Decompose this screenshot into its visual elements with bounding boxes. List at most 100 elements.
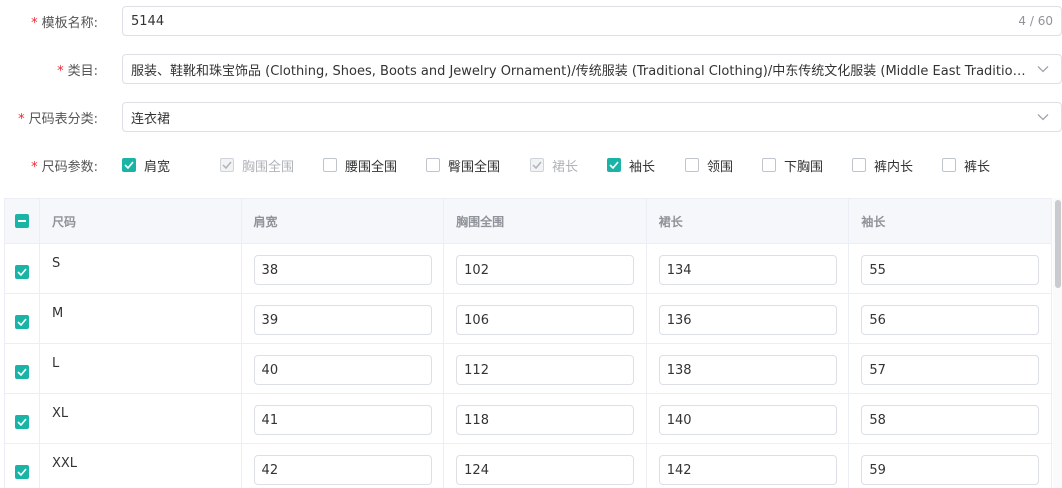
param-checkbox[interactable]: [852, 158, 866, 172]
measurement-input[interactable]: 39: [253, 305, 432, 335]
size-cell: XL: [40, 394, 242, 443]
measurement-input[interactable]: 142: [658, 455, 837, 485]
param-bust[interactable]: 胸围全围: [220, 156, 323, 175]
measurement-input[interactable]: 136: [658, 305, 837, 335]
row-select-cell: [5, 344, 40, 393]
param-sleeve-length[interactable]: 袖长: [607, 156, 685, 175]
category-select[interactable]: 服装、鞋靴和珠宝饰品 (Clothing, Shoes, Boots and J…: [122, 54, 1062, 84]
value-cell: 142: [647, 444, 850, 488]
chevron-down-icon: [1033, 59, 1053, 79]
value-cell: 124: [444, 444, 647, 488]
value-cell: 39: [242, 294, 445, 343]
table-row: XL 41 118 140 58: [5, 394, 1052, 444]
measurement-input[interactable]: 112: [456, 355, 635, 385]
category-value: 服装、鞋靴和珠宝饰品 (Clothing, Shoes, Boots and J…: [131, 63, 1033, 79]
size-type-value: 连衣裙: [131, 111, 171, 127]
param-hip[interactable]: 臀围全围: [426, 156, 530, 175]
value-cell: 56: [849, 294, 1052, 343]
measurement-input[interactable]: 41: [253, 405, 432, 435]
row-checkbox[interactable]: [14, 414, 29, 429]
value-cell: 138: [647, 344, 850, 393]
row-checkbox[interactable]: [14, 264, 29, 279]
param-checkbox[interactable]: [220, 158, 234, 172]
measurement-input[interactable]: 59: [861, 455, 1040, 485]
param-neck[interactable]: 领围: [685, 156, 762, 175]
size-params-label: * 尺码参数:: [31, 159, 98, 175]
measurement-input[interactable]: 38: [253, 255, 432, 285]
row-select-cell: [5, 294, 40, 343]
param-checkbox[interactable]: [530, 158, 544, 172]
param-checkbox[interactable]: [607, 158, 621, 172]
measurement-input[interactable]: 102: [456, 255, 635, 285]
row-checkbox[interactable]: [14, 464, 29, 479]
param-shoulder[interactable]: 肩宽: [122, 156, 220, 175]
size-cell: S: [40, 244, 242, 293]
measurement-input[interactable]: 138: [658, 355, 837, 385]
param-checkbox[interactable]: [122, 158, 136, 172]
template-name-value: 5144: [131, 13, 165, 29]
measurement-input[interactable]: 58: [861, 405, 1040, 435]
template-name-input[interactable]: 5144 4 / 60: [122, 6, 1062, 36]
size-cell: L: [40, 344, 242, 393]
value-cell: 38: [242, 244, 445, 293]
param-pants-length[interactable]: 裤长: [942, 156, 1002, 175]
size-type-select[interactable]: 连衣裙: [122, 102, 1062, 132]
size-label: L: [51, 356, 60, 371]
size-cell: XXL: [40, 444, 242, 488]
table-row: M 39 106 136 56: [5, 294, 1052, 344]
header-skirt-length: 裙长: [647, 199, 850, 243]
table-body: S 38 102 134 55 M 39 106 136 56 L 40 112 138 57 XL 41 118…: [5, 244, 1052, 488]
measurement-input[interactable]: 56: [861, 305, 1040, 335]
param-checkbox[interactable]: [685, 158, 699, 172]
scrollbar-thumb[interactable]: [1055, 200, 1061, 288]
header-shoulder: 肩宽: [242, 199, 445, 243]
chevron-down-icon: [1033, 107, 1053, 127]
measurement-input[interactable]: 140: [658, 405, 837, 435]
value-cell: 40: [242, 344, 445, 393]
param-waist[interactable]: 腰围全围: [323, 156, 426, 175]
measurement-input[interactable]: 57: [861, 355, 1040, 385]
measurement-input[interactable]: 42: [253, 455, 432, 485]
measurement-input[interactable]: 55: [861, 255, 1040, 285]
header-sleeve-length: 袖长: [849, 199, 1052, 243]
value-cell: 118: [444, 394, 647, 443]
value-cell: 41: [242, 394, 445, 443]
param-checkbox[interactable]: [426, 158, 440, 172]
value-cell: 112: [444, 344, 647, 393]
value-cell: 134: [647, 244, 850, 293]
row-select-cell: [5, 394, 40, 443]
param-inseam[interactable]: 裤内长: [852, 156, 942, 175]
param-checkbox[interactable]: [942, 158, 956, 172]
param-checkbox[interactable]: [323, 158, 337, 172]
row-select-cell: [5, 444, 40, 488]
size-params-row: * 尺码参数: 肩宽 胸围全围 腰围全围 臀围全围 裙长 袖长 领围 下胸围 裤内…: [0, 150, 1062, 180]
row-checkbox[interactable]: [14, 364, 29, 379]
size-table: 尺码 肩宽 胸围全围 裙长 袖长 S 38 102 134 55 M 39 106 136 56 L…: [4, 198, 1052, 488]
param-checkbox[interactable]: [762, 158, 776, 172]
table-row: L 40 112 138 57: [5, 344, 1052, 394]
measurement-input[interactable]: 134: [658, 255, 837, 285]
size-type-label: * 尺码表分类:: [18, 111, 98, 127]
select-all-checkbox[interactable]: [14, 214, 29, 228]
size-label: M: [51, 306, 64, 321]
measurement-input[interactable]: 40: [253, 355, 432, 385]
measurement-input[interactable]: 118: [456, 405, 635, 435]
param-underbust[interactable]: 下胸围: [762, 156, 852, 175]
size-label: XXL: [51, 456, 77, 471]
measurement-input[interactable]: 124: [456, 455, 635, 485]
header-bust: 胸围全围: [444, 199, 647, 243]
row-checkbox[interactable]: [14, 314, 29, 329]
measurement-input[interactable]: 106: [456, 305, 635, 335]
value-cell: 59: [849, 444, 1052, 488]
size-params-group: 肩宽 胸围全围 腰围全围 臀围全围 裙长 袖长 领围 下胸围 裤内长 裤长: [122, 150, 1062, 180]
value-cell: 57: [849, 344, 1052, 393]
size-type-row: * 尺码表分类: 连衣裙: [0, 102, 1062, 132]
template-name-row: * 模板名称: 5144 4 / 60: [0, 6, 1062, 36]
param-skirt-length[interactable]: 裙长: [530, 156, 607, 175]
table-scrollbar[interactable]: [1053, 198, 1062, 488]
size-label: S: [51, 256, 61, 271]
value-cell: 102: [444, 244, 647, 293]
value-cell: 58: [849, 394, 1052, 443]
table-header: 尺码 肩宽 胸围全围 裙长 袖长: [5, 198, 1052, 244]
value-cell: 42: [242, 444, 445, 488]
